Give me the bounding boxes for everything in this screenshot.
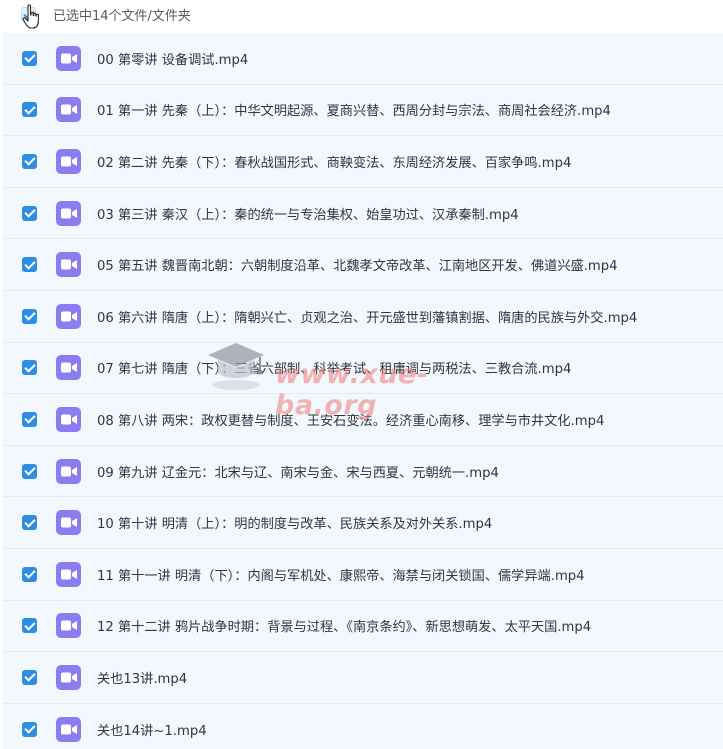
file-checkbox[interactable] [22, 102, 37, 118]
file-name[interactable]: 08 第八讲 两宋：政权更替与制度、王安石变法。经济重心南移、理学与市井文化.m… [97, 410, 604, 429]
file-row[interactable]: 09 第九讲 辽金元：北宋与辽、南宋与金、宋与西夏、元朝统一.mp4 [3, 445, 723, 498]
file-row[interactable]: 05 第五讲 魏晋南北朝：六朝制度沿革、北魏孝文帝改革、江南地区开发、佛道兴盛.… [3, 239, 723, 291]
file-checkbox[interactable] [22, 411, 37, 427]
hand-cursor-icon [22, 4, 39, 29]
file-checkbox[interactable] [22, 566, 37, 582]
video-file-icon [56, 561, 81, 587]
file-row[interactable]: 06 第六讲 隋唐（上）：隋朝兴亡、贞观之治、开元盛世到藩镇割据、隋唐的民族与外… [3, 290, 723, 343]
video-file-icon [56, 303, 81, 329]
video-file-icon [56, 613, 81, 639]
file-checkbox[interactable] [22, 257, 37, 273]
file-checkbox[interactable] [22, 308, 37, 324]
file-name[interactable]: 12 第十二讲 鸦片战争时期：背景与过程、《南京条约》、新思想萌发、太平天国.m… [97, 616, 591, 635]
file-checkbox[interactable] [22, 205, 37, 221]
file-row[interactable]: 关也13讲.mp4 [3, 652, 723, 704]
file-row[interactable]: 01 第一讲 先秦（上）：中华文明起源、夏商兴替、西周分封与宗法、商周社会经济.… [3, 84, 723, 137]
file-name[interactable]: 09 第九讲 辽金元：北宋与辽、南宋与金、宋与西夏、元朝统一.mp4 [97, 462, 499, 481]
file-name[interactable]: 06 第六讲 隋唐（上）：隋朝兴亡、贞观之治、开元盛世到藩镇割据、隋唐的民族与外… [97, 307, 637, 326]
file-row[interactable]: 08 第八讲 两宋：政权更替与制度、王安石变法。经济重心南移、理学与市井文化.m… [3, 394, 723, 446]
video-file-icon [56, 45, 81, 71]
file-list: 00 第零讲 设备调试.mp4 01 第一讲 先秦（上）：中华文明起源、夏商兴替、… [3, 33, 723, 749]
file-row[interactable]: 关也14讲~1.mp4 [3, 703, 723, 749]
video-file-icon [56, 252, 81, 278]
file-name[interactable]: 11 第十一讲 明清（下）：内阁与军机处、康熙帝、海禁与闭关锁国、儒学异端.mp… [97, 565, 585, 584]
file-name[interactable]: 关也13讲.mp4 [97, 668, 187, 687]
video-file-icon [56, 148, 81, 174]
file-row[interactable]: 03 第三讲 秦汉（上）：秦的统一与专治集权、始皇功过、汉承秦制.mp4 [3, 187, 723, 240]
file-row[interactable]: 12 第十二讲 鸦片战争时期：背景与过程、《南京条约》、新思想萌发、太平天国.m… [3, 600, 723, 653]
file-row[interactable]: 02 第二讲 先秦（下）：春秋战国形式、商鞅变法、东周经济发展、百家争鸣.mp4 [3, 136, 723, 188]
video-file-icon [56, 664, 81, 690]
file-name[interactable]: 00 第零讲 设备调试.mp4 [97, 49, 248, 68]
file-row[interactable]: 07 第七讲 隋唐（下）：三省六部制、科举考试、租庸调与两税法、三教合流.mp4 [3, 342, 723, 395]
video-file-icon [56, 510, 81, 536]
file-name[interactable]: 02 第二讲 先秦（下）：春秋战国形式、商鞅变法、东周经济发展、百家争鸣.mp4 [97, 152, 571, 171]
file-checkbox[interactable] [22, 463, 37, 479]
file-name[interactable]: 07 第七讲 隋唐（下）：三省六部制、科举考试、租庸调与两税法、三教合流.mp4 [97, 358, 571, 377]
file-name[interactable]: 05 第五讲 魏晋南北朝：六朝制度沿革、北魏孝文帝改革、江南地区开发、佛道兴盛.… [97, 255, 618, 274]
file-name[interactable]: 关也14讲~1.mp4 [97, 720, 207, 739]
file-checkbox[interactable] [22, 153, 37, 169]
video-file-icon [56, 716, 81, 742]
file-checkbox[interactable] [22, 618, 37, 634]
file-selection-panel: 已选中14个文件/文件夹 00 第零讲 设备调试.mp4 01 第一讲 先秦（上）… [0, 0, 723, 749]
file-checkbox[interactable] [22, 360, 37, 376]
file-row[interactable]: 10 第十讲 明清（上）：明的制度与改革、民族关系及对外关系.mp4 [3, 497, 723, 549]
selection-summary: 已选中14个文件/文件夹 [53, 9, 191, 24]
file-name[interactable]: 10 第十讲 明清（上）：明的制度与改革、民族关系及对外关系.mp4 [97, 513, 492, 532]
file-checkbox[interactable] [22, 669, 37, 685]
file-checkbox[interactable] [22, 50, 37, 66]
file-name[interactable]: 03 第三讲 秦汉（上）：秦的统一与专治集权、始皇功过、汉承秦制.mp4 [97, 204, 519, 223]
file-row[interactable]: 00 第零讲 设备调试.mp4 [3, 33, 723, 85]
selection-header: 已选中14个文件/文件夹 [0, 0, 723, 29]
video-file-icon [56, 200, 81, 226]
video-file-icon [56, 97, 81, 123]
video-file-icon [56, 355, 81, 381]
video-file-icon [56, 458, 81, 484]
file-name[interactable]: 01 第一讲 先秦（上）：中华文明起源、夏商兴替、西周分封与宗法、商周社会经济.… [97, 100, 611, 119]
file-checkbox[interactable] [22, 721, 37, 737]
file-checkbox[interactable] [22, 515, 37, 531]
video-file-icon [56, 406, 81, 432]
file-row[interactable]: 11 第十一讲 明清（下）：内阁与军机处、康熙帝、海禁与闭关锁国、儒学异端.mp… [3, 548, 723, 601]
